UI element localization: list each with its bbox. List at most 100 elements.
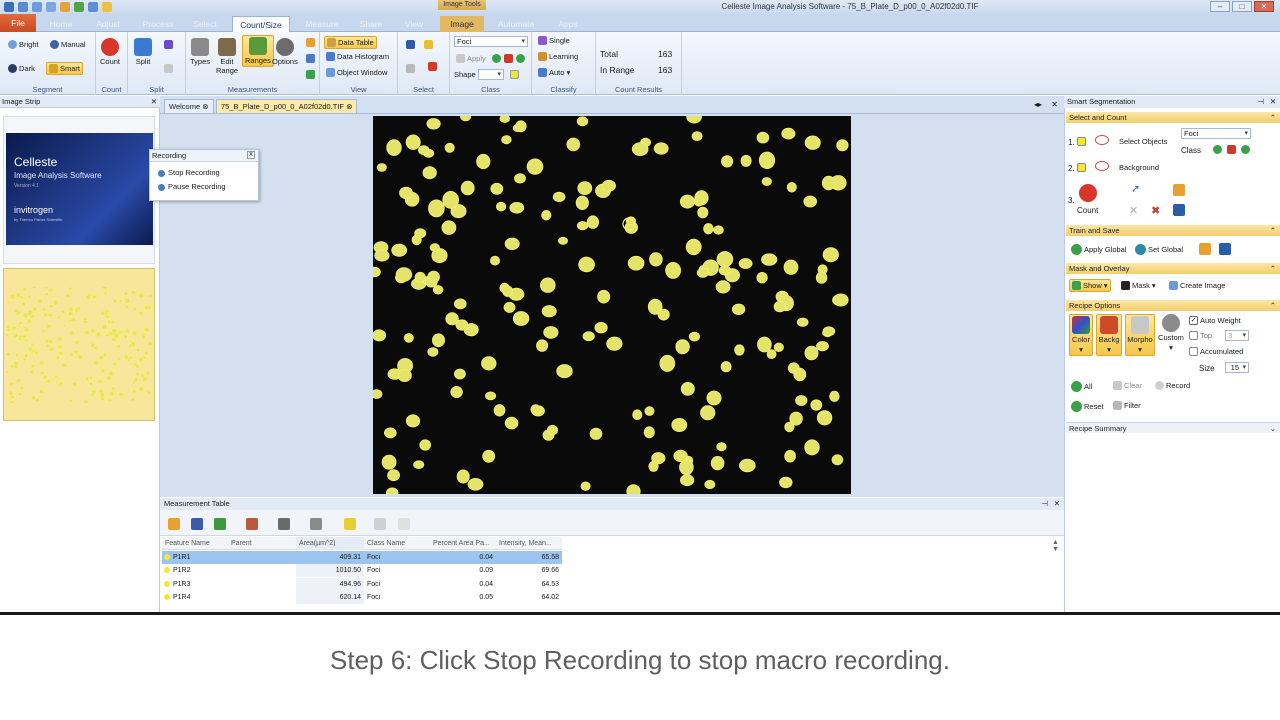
column-header[interactable]: Class Name bbox=[364, 537, 430, 550]
delete-icon[interactable] bbox=[406, 64, 415, 73]
maximize-button[interactable]: □ bbox=[1232, 1, 1252, 12]
size-stepper[interactable]: 15 bbox=[1225, 362, 1249, 373]
accept-icon[interactable] bbox=[492, 54, 501, 63]
minimize-button[interactable]: – bbox=[1210, 1, 1230, 12]
single-button[interactable]: Single bbox=[538, 36, 570, 45]
save-icon[interactable] bbox=[18, 2, 28, 12]
open-folder-icon[interactable] bbox=[168, 518, 180, 530]
section-select-and-count[interactable]: Select and Count ⌃ bbox=[1066, 112, 1280, 123]
accumulated-checkbox[interactable]: Accumulated bbox=[1189, 347, 1243, 356]
section-mask-and-overlay[interactable]: Mask and Overlay ⌃ bbox=[1066, 263, 1280, 274]
object-window-button[interactable]: Object Window bbox=[326, 68, 387, 77]
edit-icon[interactable] bbox=[1199, 243, 1211, 255]
tab-file[interactable]: File bbox=[0, 14, 36, 32]
save-icon[interactable] bbox=[1173, 204, 1185, 216]
measure-tool2-icon[interactable] bbox=[306, 54, 315, 63]
reject-icon[interactable] bbox=[1227, 145, 1236, 154]
ranges-button[interactable]: Ranges bbox=[242, 35, 274, 67]
close-icon[interactable]: x bbox=[247, 151, 255, 159]
clear-button[interactable]: Clear bbox=[1113, 381, 1142, 390]
count-small-icon[interactable] bbox=[428, 62, 437, 71]
class-combo[interactable]: Foci bbox=[1181, 128, 1251, 139]
measure-tool3-icon[interactable] bbox=[306, 70, 315, 79]
lasso-icon[interactable] bbox=[1095, 135, 1109, 145]
morpho-button[interactable]: Morpho ▾ bbox=[1125, 314, 1155, 356]
close-icon[interactable]: ✕ bbox=[151, 96, 157, 108]
measure-tool1-icon[interactable] bbox=[306, 38, 315, 47]
filter-rows-icon[interactable] bbox=[310, 518, 322, 530]
save-icon[interactable] bbox=[191, 518, 203, 530]
options-button[interactable]: Options bbox=[272, 38, 298, 66]
nav-arrows-icon[interactable]: ◂▸ bbox=[1034, 100, 1042, 109]
section-recipe-summary[interactable]: Recipe Summary ⌄ bbox=[1066, 422, 1280, 433]
pointer-icon[interactable] bbox=[406, 40, 415, 49]
color-swatch-icon[interactable] bbox=[510, 70, 519, 79]
tab-image-file[interactable]: 75_B_Plate_D_p00_0_A02f02d0.TIF ⊗ bbox=[216, 99, 358, 113]
pin-icon[interactable]: ⊣ bbox=[1041, 498, 1048, 510]
app-icon[interactable] bbox=[4, 2, 14, 12]
ok-icon[interactable] bbox=[516, 54, 525, 63]
x-red-icon[interactable]: ✖ bbox=[1151, 204, 1160, 217]
auto-button[interactable]: Auto ▾ bbox=[538, 68, 570, 77]
class-combo[interactable]: Foci bbox=[454, 36, 528, 47]
background-button[interactable]: Background bbox=[1119, 163, 1159, 172]
split-button[interactable]: Split bbox=[134, 38, 152, 66]
thumbnail-current-image[interactable] bbox=[3, 268, 155, 421]
close-icon[interactable]: ✕ bbox=[1054, 498, 1060, 510]
split-tool2-icon[interactable] bbox=[164, 64, 173, 73]
folder-icon[interactable] bbox=[102, 2, 112, 12]
close-icon[interactable]: ✕ bbox=[1051, 100, 1058, 109]
pause-recording-button[interactable]: Pause Recording bbox=[150, 180, 258, 194]
auto-weight-checkbox[interactable]: ✓ Auto Weight bbox=[1189, 316, 1241, 325]
columns-icon[interactable] bbox=[278, 518, 290, 530]
close-icon[interactable]: ✕ bbox=[1270, 96, 1276, 108]
accept-icon[interactable] bbox=[1213, 145, 1222, 154]
reject-icon[interactable] bbox=[504, 54, 513, 63]
section-recipe-options[interactable]: Recipe Options ⌃ bbox=[1066, 300, 1280, 311]
tab-count-size[interactable]: Count/Size bbox=[232, 16, 290, 32]
undo-icon[interactable] bbox=[46, 2, 56, 12]
green-icon[interactable] bbox=[74, 2, 84, 12]
count-button[interactable]: Count bbox=[100, 38, 120, 66]
tab-view[interactable]: View bbox=[398, 16, 430, 32]
apply-global-button[interactable]: Apply Global bbox=[1071, 244, 1127, 255]
table-row[interactable]: P1R1 409.31 Foci 0.04 65.58 bbox=[162, 551, 562, 564]
funnel-icon[interactable] bbox=[344, 518, 356, 530]
ok-icon[interactable] bbox=[1241, 145, 1250, 154]
top-checkbox[interactable]: Top bbox=[1189, 331, 1212, 340]
apply-button[interactable]: Apply bbox=[456, 54, 486, 63]
pointer-icon[interactable]: ➚ bbox=[1131, 182, 1140, 195]
tab-image[interactable]: Image bbox=[440, 16, 484, 32]
show-button[interactable]: Show ▾ bbox=[1069, 279, 1111, 292]
smart-button[interactable]: Smart bbox=[46, 62, 84, 75]
split-tool-icon[interactable] bbox=[164, 40, 173, 49]
top-stepper[interactable]: 3 bbox=[1225, 330, 1249, 341]
thumbnail-splash[interactable]: Celleste Image Analysis Software Version… bbox=[3, 116, 155, 264]
close-button[interactable]: ✕ bbox=[1254, 1, 1274, 12]
dark-button[interactable]: Dark bbox=[8, 64, 35, 73]
x-gray-icon[interactable]: ✕ bbox=[1129, 204, 1138, 217]
custom-button[interactable]: Custom ▾ bbox=[1157, 314, 1185, 352]
set-global-button[interactable]: Set Global bbox=[1135, 244, 1183, 255]
tab-automate[interactable]: Automate bbox=[492, 16, 540, 32]
table-row[interactable]: P1R2 1010.50 Foci 0.09 69.66 bbox=[162, 564, 562, 578]
microscopy-image[interactable] bbox=[373, 116, 851, 494]
column-header[interactable]: Parent bbox=[228, 537, 296, 550]
section-train-and-save[interactable]: Train and Save ⌃ bbox=[1066, 225, 1280, 236]
column-header[interactable]: Percent Area Pa... bbox=[430, 537, 496, 550]
background-color-swatch[interactable] bbox=[1077, 163, 1086, 172]
table-row[interactable]: P1R3 494.96 Foci 0.04 64.53 bbox=[162, 577, 562, 591]
tab-welcome[interactable]: Welcome ⊗ bbox=[164, 99, 214, 113]
lasso-icon[interactable] bbox=[1095, 161, 1109, 171]
wand-icon[interactable] bbox=[424, 40, 433, 49]
learning-button[interactable]: Learning bbox=[538, 52, 578, 61]
types-button[interactable]: Types bbox=[190, 38, 210, 66]
objects-color-swatch[interactable] bbox=[1077, 137, 1086, 146]
open-icon[interactable] bbox=[32, 2, 42, 12]
create-image-button[interactable]: Create Image bbox=[1169, 281, 1225, 290]
scrollbar[interactable]: ▲ ▼ bbox=[1052, 539, 1060, 555]
all-button[interactable]: All bbox=[1071, 381, 1092, 392]
close-icon[interactable]: ⊗ bbox=[202, 102, 208, 111]
filter-button[interactable]: Filter bbox=[1113, 401, 1141, 410]
chart-icon[interactable] bbox=[246, 518, 258, 530]
